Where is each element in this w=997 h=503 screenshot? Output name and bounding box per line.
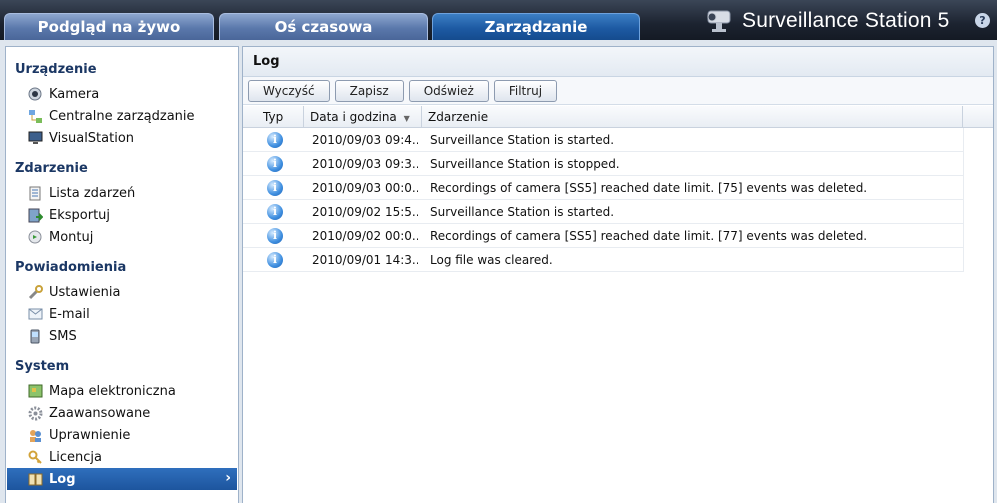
table-row[interactable]: i 2010/09/02 15:5... Surveillance Statio… [243, 200, 963, 224]
row-event: Log file was cleared. [430, 253, 553, 267]
sidebar-item-central-management[interactable]: Centralne zarządzanie [7, 105, 237, 127]
sidebar-item-settings[interactable]: Ustawienia [7, 281, 237, 303]
row-datetime: 2010/09/02 00:0... [312, 229, 418, 243]
section-title-notifications: Powiadomienia [15, 260, 127, 275]
log-rows: i 2010/09/03 09:4... Surveillance Statio… [243, 128, 963, 272]
filter-button[interactable]: Filtruj [493, 79, 558, 102]
row-event: Surveillance Station is stopped. [430, 157, 620, 171]
chevron-right-icon: › [225, 470, 231, 486]
mount-icon [27, 229, 43, 245]
grid-header: Typ Data i godzina ▼ Zdarzenie [243, 106, 993, 128]
sidebar-item-label: Montuj [49, 229, 94, 245]
refresh-button[interactable]: Odśwież [408, 79, 489, 102]
table-row[interactable]: i 2010/09/01 14:3... Log file was cleare… [243, 248, 963, 272]
row-datetime: 2010/09/03 09:3... [312, 157, 418, 171]
info-icon: i [267, 204, 283, 220]
info-icon: i [267, 132, 283, 148]
sort-desc-icon: ▼ [403, 114, 410, 123]
sidebar-item-label: Mapa elektroniczna [49, 383, 176, 399]
table-row[interactable]: i 2010/09/03 00:0... Recordings of camer… [243, 176, 963, 200]
sidebar-item-email[interactable]: E-mail [7, 303, 237, 325]
network-icon [27, 108, 43, 124]
sidebar-item-label: Uprawnienie [49, 427, 131, 443]
export-icon [27, 207, 43, 223]
log-panel: Log Wyczyść Zapisz Odśwież Filtruj Typ D… [242, 46, 994, 503]
sidebar: Urządzenie Kamera Centralne zarządzanie … [5, 46, 239, 503]
sidebar-item-label: Log [49, 471, 76, 487]
sidebar-item-log[interactable]: Log › [7, 468, 237, 490]
tab-timeline[interactable]: Oś czasowa [219, 13, 428, 40]
mail-icon [27, 306, 43, 322]
section-title-system: System [15, 359, 70, 374]
row-event: Recordings of camera [SS5] reached date … [430, 181, 868, 195]
sidebar-item-label: Kamera [49, 86, 100, 102]
phone-icon [27, 328, 43, 344]
wrench-icon [27, 284, 43, 300]
key-icon [27, 449, 43, 465]
row-datetime: 2010/09/02 15:5... [312, 205, 418, 219]
sidebar-item-label: SMS [49, 328, 77, 344]
camera-logo-icon [704, 5, 734, 37]
panel-title: Log [243, 47, 993, 77]
sidebar-item-label: E-mail [49, 306, 90, 322]
row-datetime: 2010/09/03 09:4... [312, 133, 418, 147]
sidebar-item-privileges[interactable]: Uprawnienie [7, 424, 237, 446]
sidebar-item-advanced[interactable]: Zaawansowane [7, 402, 237, 424]
table-row[interactable]: i 2010/09/03 09:3... Surveillance Statio… [243, 152, 963, 176]
book-icon [27, 471, 43, 487]
list-icon [27, 185, 43, 201]
sidebar-item-sms[interactable]: SMS [7, 325, 237, 347]
save-button[interactable]: Zapisz [334, 79, 404, 102]
monitor-icon [27, 130, 43, 146]
camera-icon [27, 86, 43, 102]
brand-title: Surveillance Station 5 [742, 9, 950, 32]
gear-icon [27, 405, 43, 421]
sidebar-item-visualstation[interactable]: VisualStation [7, 127, 237, 149]
brand: Surveillance Station 5 [704, 6, 950, 36]
table-row[interactable]: i 2010/09/02 00:0... Recordings of camer… [243, 224, 963, 248]
row-event: Surveillance Station is started. [430, 133, 615, 147]
sidebar-item-license[interactable]: Licencja [7, 446, 237, 468]
sidebar-item-mount[interactable]: Montuj [7, 226, 237, 248]
section-title-device: Urządzenie [15, 62, 97, 77]
sidebar-item-label: Ustawienia [49, 284, 121, 300]
map-icon [27, 383, 43, 399]
sidebar-item-label: VisualStation [49, 130, 135, 146]
top-bar: Podgląd na żywo Oś czasowa Zarządzanie S… [0, 0, 997, 40]
help-icon[interactable]: ? [975, 13, 990, 28]
row-datetime: 2010/09/01 14:3... [312, 253, 418, 267]
info-icon: i [267, 252, 283, 268]
info-icon: i [267, 228, 283, 244]
row-datetime: 2010/09/03 00:0... [312, 181, 418, 195]
info-icon: i [267, 156, 283, 172]
row-event: Recordings of camera [SS5] reached date … [430, 229, 868, 243]
sidebar-item-camera[interactable]: Kamera [7, 83, 237, 105]
toolbar: Wyczyść Zapisz Odśwież Filtruj [243, 77, 993, 105]
sidebar-item-event-list[interactable]: Lista zdarzeń [7, 182, 237, 204]
column-header-type[interactable]: Typ [243, 106, 304, 128]
column-header-event[interactable]: Zdarzenie [422, 106, 963, 128]
sidebar-item-label: Zaawansowane [49, 405, 151, 421]
sidebar-item-emap[interactable]: Mapa elektroniczna [7, 380, 237, 402]
sidebar-item-label: Licencja [49, 449, 102, 465]
clear-button[interactable]: Wyczyść [248, 79, 330, 102]
info-icon: i [267, 180, 283, 196]
grid-divider [963, 128, 964, 272]
column-header-datetime[interactable]: Data i godzina ▼ [304, 106, 422, 128]
sidebar-item-label: Lista zdarzeń [49, 185, 136, 201]
sidebar-item-label: Centralne zarządzanie [49, 108, 195, 124]
column-header-label: Data i godzina [310, 110, 397, 124]
sidebar-item-export[interactable]: Eksportuj [7, 204, 237, 226]
row-event: Surveillance Station is started. [430, 205, 615, 219]
users-icon [27, 427, 43, 443]
section-title-event: Zdarzenie [15, 161, 88, 176]
table-row[interactable]: i 2010/09/03 09:4... Surveillance Statio… [243, 128, 963, 152]
tab-live-view[interactable]: Podgląd na żywo [4, 13, 214, 40]
sidebar-item-label: Eksportuj [49, 207, 111, 223]
tab-management[interactable]: Zarządzanie [432, 13, 640, 40]
